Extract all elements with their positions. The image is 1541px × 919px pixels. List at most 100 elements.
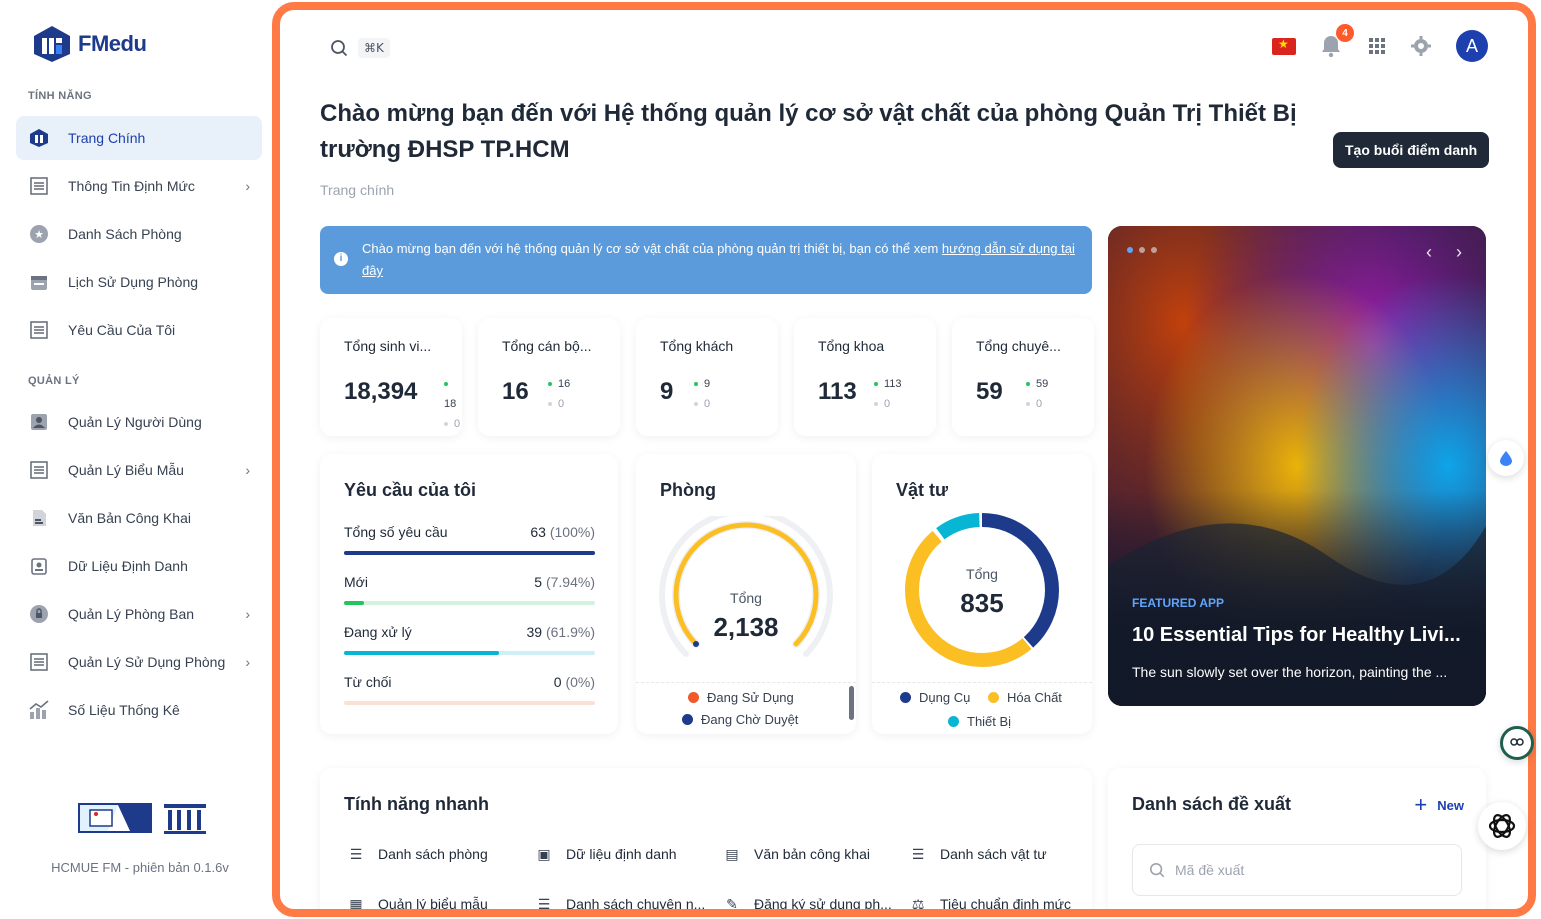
- request-progress: [344, 651, 595, 655]
- sidebar-item-label: Trang Chính: [68, 130, 146, 146]
- openai-icon: [1488, 814, 1516, 838]
- new-proposal-button[interactable]: + New: [1414, 792, 1464, 818]
- request-count: 5 (7.94%): [534, 574, 595, 590]
- proposal-search-input[interactable]: Mã đề xuất: [1132, 844, 1462, 896]
- featured-app-carousel[interactable]: ‹ › FEATURED APP 10 Essential Tips for H…: [1108, 226, 1486, 706]
- welcome-banner: i Chào mừng bạn đến với hệ thống quản lý…: [320, 226, 1092, 294]
- avatar[interactable]: A: [1456, 30, 1488, 62]
- card-title: Vật tư: [896, 480, 949, 500]
- sidebar-item-dinh-muc[interactable]: Thông Tin Định Mức ›: [16, 164, 262, 208]
- logo-text: FMedu: [78, 31, 147, 56]
- rooms-total-label: Tổng: [730, 590, 762, 606]
- search-shortcut: ⌘K: [358, 38, 390, 58]
- breadcrumb[interactable]: Trang chính: [320, 182, 394, 198]
- app-logo[interactable]: FMedu: [32, 24, 147, 64]
- gear-icon[interactable]: [1410, 35, 1432, 57]
- sidebar-item-label: Quản Lý Sử Dụng Phòng: [68, 654, 226, 670]
- notifications-button[interactable]: 4: [1320, 24, 1354, 58]
- request-label: Tổng số yêu cầu: [344, 524, 448, 540]
- apps-grid-icon[interactable]: [1368, 37, 1386, 55]
- stat-trend: 59 0: [1026, 374, 1048, 414]
- stat-label: Tổng khoa: [818, 338, 885, 354]
- list-icon: [28, 651, 50, 673]
- quick-item-identity[interactable]: ▣ Dữ liệu định danh: [534, 844, 676, 864]
- legend-scrollbar[interactable]: [849, 686, 854, 720]
- my-requests-card: Yêu cầu của tôi Tổng số yêu cầu 63 (100%…: [320, 454, 618, 734]
- id-card-icon: ▣: [537, 845, 551, 862]
- featured-title[interactable]: 10 Essential Tips for Healthy Livi...: [1132, 624, 1462, 647]
- quick-item-rooms[interactable]: ☰ Danh sách phòng: [346, 844, 488, 864]
- legend-chemicals: Hóa Chất: [988, 690, 1062, 705]
- request-label: Mới: [344, 574, 368, 590]
- list-icon: ☰: [911, 845, 925, 862]
- sidebar-item-label: Quản Lý Phòng Ban: [68, 606, 195, 622]
- stat-trend: 16 0: [548, 374, 570, 414]
- topbar-actions: 4 A: [1272, 24, 1488, 62]
- list-icon: [28, 175, 50, 197]
- search-icon: [331, 40, 348, 57]
- section-manage-title: QUẢN LÝ: [28, 375, 80, 387]
- pen-icon: ✎: [726, 895, 738, 912]
- proposals-card: Danh sách đề xuất + New Mã đề xuất: [1108, 768, 1486, 909]
- app-version: HCMUE FM - phiên bản 0.1.6v: [51, 860, 229, 875]
- sidebar-item-forms[interactable]: Quản Lý Biểu Mẫu ›: [16, 448, 262, 492]
- card-title: Phòng: [660, 480, 716, 500]
- supplies-total-value: 835: [960, 588, 1004, 618]
- chevron-right-icon[interactable]: ›: [1456, 242, 1462, 263]
- sidebar-item-identity-data[interactable]: Dữ Liệu Định Danh: [16, 544, 262, 588]
- sidebar-item-my-requests[interactable]: Yêu Cầu Của Tôi: [16, 308, 262, 352]
- sidebar-item-rooms[interactable]: ★ Danh Sách Phòng: [16, 212, 262, 256]
- stat-down-value: 0: [1036, 398, 1043, 410]
- stat-value: 18,394: [344, 378, 418, 405]
- id-card-icon: [28, 555, 50, 577]
- stat-down-value: 0: [558, 398, 565, 410]
- stat-label: Tổng cán bộ...: [502, 338, 592, 354]
- chevron-right-icon: ›: [245, 606, 250, 622]
- scale-icon: ⚖: [911, 895, 925, 912]
- stat-trend: 113 0: [874, 374, 902, 414]
- sidebar-item-statistics[interactable]: Số Liệu Thống Kê: [16, 688, 262, 732]
- assistant-owl-widget[interactable]: [1500, 726, 1534, 760]
- owl-icon: [1510, 738, 1524, 746]
- building-logo-icon: [164, 804, 206, 834]
- sidebar-item-room-usage[interactable]: Quản Lý Sử Dụng Phòng ›: [16, 640, 262, 684]
- quick-item-majors[interactable]: ☰ Danh sách chuyên n...: [534, 894, 706, 910]
- request-count: 39 (61.9%): [526, 624, 596, 640]
- quick-item-room-register[interactable]: ✎ Đăng ký sử dụng ph...: [722, 894, 892, 912]
- quick-item-standards[interactable]: ⚖ Tiêu chuẩn định mức: [908, 894, 1071, 912]
- sidebar-item-departments[interactable]: Quản Lý Phòng Ban ›: [16, 592, 262, 636]
- quick-item-public-docs[interactable]: ▤ Văn bản công khai: [722, 844, 870, 864]
- search-placeholder: Mã đề xuất: [1175, 862, 1245, 878]
- stat-label: Tổng sinh vi...: [344, 338, 432, 354]
- sidebar-item-label: Dữ Liệu Định Danh: [68, 558, 188, 574]
- notification-count-badge: 4: [1336, 24, 1354, 42]
- sidebar-item-public-docs[interactable]: Văn Bản Công Khai: [16, 496, 262, 540]
- stat-down-value: 0: [884, 398, 891, 410]
- calendar-icon: [28, 271, 50, 293]
- quick-item-supplies[interactable]: ☰ Danh sách vật tư: [908, 844, 1047, 864]
- ai-assistant-widget[interactable]: [1478, 802, 1526, 850]
- create-attendance-button[interactable]: Tạo buổi điểm danh: [1333, 132, 1490, 168]
- sidebar-item-label: Thông Tin Định Mức: [68, 178, 195, 194]
- lock-icon: [28, 603, 50, 625]
- chevron-right-icon: ›: [245, 462, 250, 478]
- sidebar: FMedu TÍNH NĂNG Trang Chính Thông Tin Đị…: [0, 0, 272, 919]
- quick-item-forms[interactable]: ▦ Quản lý biểu mẫu: [346, 894, 487, 910]
- legend-in-use: Đang Sử Dụng: [688, 690, 794, 705]
- svg-text:★: ★: [34, 229, 44, 241]
- water-drop-widget[interactable]: [1488, 440, 1524, 476]
- sidebar-item-users[interactable]: Quản Lý Người Dùng: [16, 400, 262, 444]
- stat-card-guests: Tổng khách 9 9 0: [636, 318, 778, 436]
- vietnam-flag-icon[interactable]: [1272, 37, 1296, 55]
- stat-value: 59: [976, 378, 1003, 405]
- list-icon: ☰: [349, 845, 363, 862]
- global-search[interactable]: ⌘K: [330, 38, 390, 58]
- sidebar-item-home[interactable]: Trang Chính: [16, 116, 262, 160]
- chevron-left-icon[interactable]: ‹: [1426, 242, 1432, 263]
- request-count: 0 (0%): [553, 674, 595, 690]
- stat-card-majors: Tổng chuyê... 59 59 0: [952, 318, 1094, 436]
- water-drop-icon: [1500, 451, 1512, 466]
- sidebar-item-room-schedule[interactable]: Lịch Sử Dụng Phòng: [16, 260, 262, 304]
- stat-trend: 9 0: [694, 374, 710, 414]
- card-title: Danh sách đề xuất: [1132, 794, 1292, 814]
